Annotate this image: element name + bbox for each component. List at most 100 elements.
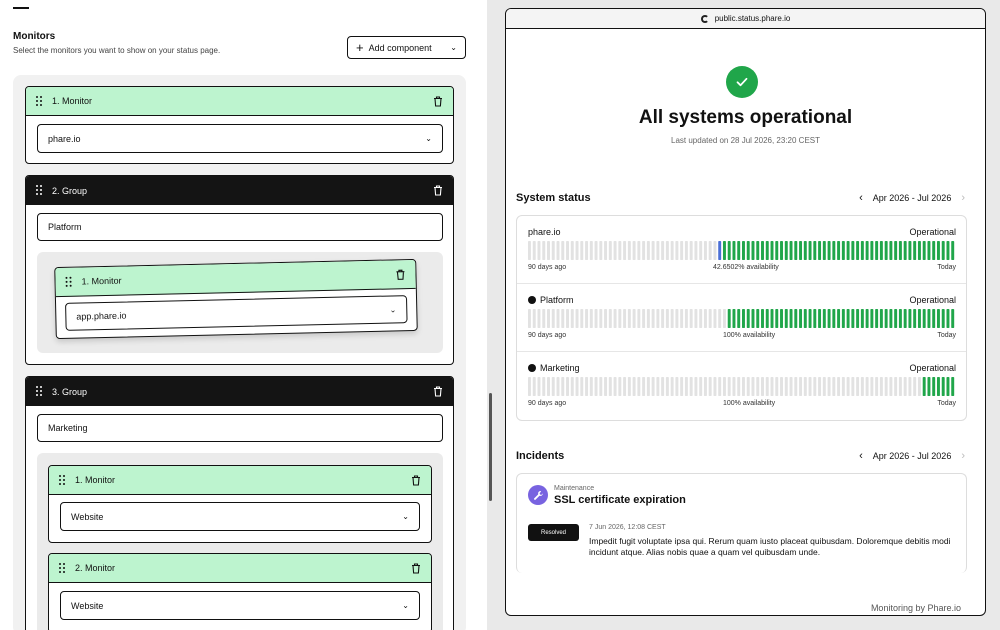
uptime-bar-nodata[interactable] [694,309,698,328]
uptime-bar-nodata[interactable] [684,309,688,328]
uptime-bar-nodata[interactable] [618,309,622,328]
uptime-bar-nodata[interactable] [694,241,698,260]
uptime-bar-up[interactable] [818,309,822,328]
uptime-bar-nodata[interactable] [547,377,550,396]
uptime-bar-nodata[interactable] [627,241,631,260]
uptime-bar-up[interactable] [865,309,869,328]
uptime-bar-nodata[interactable] [623,241,627,260]
uptime-bar-up[interactable] [879,309,883,328]
uptime-bar-nodata[interactable] [708,241,712,260]
uptime-bar-up[interactable] [927,377,931,396]
chevron-right-icon[interactable]: › [961,192,965,204]
uptime-bar-nodata[interactable] [703,241,707,260]
uptime-bar-nodata[interactable] [675,309,679,328]
uptime-bar-up[interactable] [775,309,779,328]
group-expand-icon[interactable] [528,364,536,372]
uptime-bar-nodata[interactable] [742,377,745,396]
chevron-left-icon[interactable]: ‹ [859,450,863,462]
uptime-bar-nodata[interactable] [661,377,665,396]
uptime-bar-up[interactable] [813,309,817,328]
uptime-bar-up[interactable] [894,309,898,328]
uptime-bar-up[interactable] [727,241,731,260]
uptime-bar-up[interactable] [860,309,864,328]
uptime-bar-nodata[interactable] [803,377,807,396]
uptime-bar-up[interactable] [761,309,764,328]
uptime-bar-nodata[interactable] [608,241,612,260]
uptime-bar-up[interactable] [789,241,793,260]
uptime-bar-nodata[interactable] [708,377,712,396]
uptime-bar-up[interactable] [908,241,912,260]
uptime-bar-nodata[interactable] [651,241,655,260]
back-dash[interactable] [13,7,29,9]
uptime-bar-up[interactable] [775,241,779,260]
uptime-bar-up[interactable] [751,309,755,328]
uptime-bar-nodata[interactable] [894,377,898,396]
uptime-bar-nodata[interactable] [684,377,688,396]
uptime-bar-up[interactable] [860,241,864,260]
uptime-bar-up[interactable] [803,309,807,328]
drag-handle-icon[interactable] [36,95,44,107]
uptime-bar-up[interactable] [879,241,883,260]
uptime-bar-nodata[interactable] [670,241,674,260]
uptime-bar-nodata[interactable] [713,309,717,328]
uptime-bar-nodata[interactable] [542,241,546,260]
uptime-bar-up[interactable] [746,241,750,260]
uptime-bar-nodata[interactable] [846,377,850,396]
uptime-bar-nodata[interactable] [556,309,560,328]
uptime-bar-nodata[interactable] [575,377,579,396]
uptime-bar-up[interactable] [846,241,850,260]
uptime-bar-nodata[interactable] [656,241,660,260]
uptime-bar-nodata[interactable] [532,309,536,328]
uptime-bar-up[interactable] [808,241,812,260]
trash-icon[interactable] [433,95,443,107]
uptime-bar-nodata[interactable] [542,377,546,396]
uptime-bar-up[interactable] [789,309,793,328]
uptime-bar-up[interactable] [922,377,926,396]
uptime-bar-nodata[interactable] [713,377,717,396]
drag-handle-icon[interactable] [36,386,44,397]
uptime-bar-nodata[interactable] [632,241,636,260]
uptime-bar-up[interactable] [832,241,836,260]
uptime-bar-up[interactable] [941,241,945,260]
uptime-bar-nodata[interactable] [656,377,660,396]
group-expand-icon[interactable] [528,296,536,304]
chevron-left-icon[interactable]: ‹ [859,192,863,204]
uptime-bar-nodata[interactable] [794,377,798,396]
uptime-bar-nodata[interactable] [699,241,703,260]
uptime-bar-up[interactable] [903,309,907,328]
uptime-bar-nodata[interactable] [589,309,593,328]
uptime-bar-nodata[interactable] [841,377,845,396]
dragging-monitor[interactable]: 1. Monitor app.phare.io ⌄ [54,258,418,340]
uptime-bar-up[interactable] [784,309,788,328]
uptime-bar-up[interactable] [841,309,845,328]
uptime-bar-up[interactable] [936,377,940,396]
uptime-bar-nodata[interactable] [813,377,817,396]
uptime-bar-nodata[interactable] [599,309,603,328]
drag-handle-icon[interactable] [59,474,67,486]
uptime-bar-nodata[interactable] [870,377,874,396]
uptime-bar-nodata[interactable] [856,377,860,396]
uptime-bar-nodata[interactable] [722,309,726,328]
uptime-bar-up[interactable] [770,241,774,260]
uptime-bar-nodata[interactable] [551,309,555,328]
uptime-bar-nodata[interactable] [889,377,893,396]
uptime-bar-nodata[interactable] [656,309,660,328]
uptime-bar-nodata[interactable] [542,309,546,328]
uptime-bar-nodata[interactable] [589,241,593,260]
uptime-bar-nodata[interactable] [580,309,584,328]
uptime-bar-nodata[interactable] [661,309,665,328]
uptime-bar-nodata[interactable] [637,377,641,396]
uptime-bar-up[interactable] [841,241,845,260]
uptime-bar-up[interactable] [737,241,741,260]
uptime-bar-nodata[interactable] [746,377,750,396]
uptime-bar-nodata[interactable] [566,241,569,260]
uptime-bar-nodata[interactable] [770,377,774,396]
uptime-bar-up[interactable] [875,241,879,260]
uptime-bar-up[interactable] [889,241,893,260]
uptime-bar-nodata[interactable] [675,377,679,396]
uptime-bar-up[interactable] [737,309,741,328]
uptime-bar-nodata[interactable] [580,377,584,396]
uptime-bar-up[interactable] [889,309,893,328]
uptime-bar-up[interactable] [870,309,874,328]
uptime-bar-nodata[interactable] [537,309,541,328]
